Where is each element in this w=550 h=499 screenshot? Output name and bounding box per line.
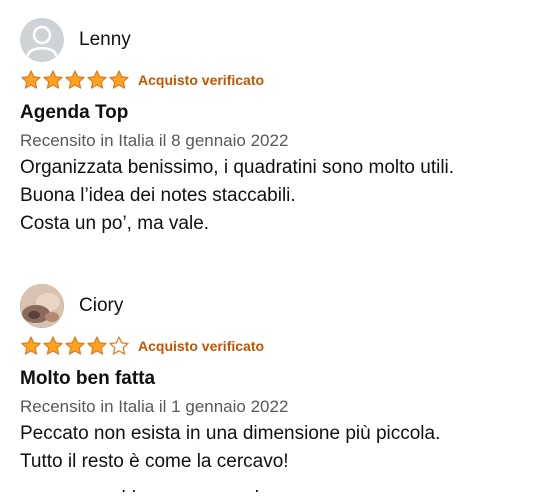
star-filled-icon	[109, 70, 129, 89]
review-body-line: Tutto il resto è come la cercavo!	[20, 451, 289, 472]
review-profile[interactable]: Ciory	[20, 284, 540, 328]
verified-purchase-badge: Acquisto verificato	[138, 338, 265, 354]
star-rating[interactable]	[20, 69, 130, 91]
review-title[interactable]: Agenda Top	[20, 101, 540, 125]
review-body-line: Organizzata benissimo, i quadratini sono…	[20, 157, 455, 178]
review-title[interactable]: Molto ben fatta	[20, 367, 540, 391]
star-empty-icon	[109, 336, 129, 355]
star-filled-icon	[65, 336, 85, 355]
user-photo-icon	[20, 284, 64, 328]
review-date: Recensito in Italia il 1 gennaio 2022	[20, 397, 289, 416]
rating-row: Acquisto verificato	[20, 334, 540, 358]
review-card: Ciory Acquisto verificato Molto ben fatt…	[20, 284, 540, 476]
rating-row: Acquisto verificato	[20, 68, 540, 92]
verified-purchase-badge: Acquisto verificato	[138, 72, 265, 88]
profile-photo	[20, 284, 64, 328]
star-rating[interactable]	[20, 335, 130, 357]
review-profile[interactable]: Lenny	[20, 18, 540, 62]
star-filled-icon	[87, 70, 107, 89]
star-filled-icon	[65, 70, 85, 89]
star-filled-icon	[21, 336, 41, 355]
avatar-icon	[20, 18, 64, 62]
author-name[interactable]: Lenny	[79, 29, 131, 51]
review-date: Recensito in Italia il 8 gennaio 2022	[20, 131, 289, 150]
author-name[interactable]: Ciory	[79, 295, 123, 317]
star-filled-icon	[43, 336, 63, 355]
cutoff-text-fragment: ll l	[20, 490, 260, 499]
star-filled-icon	[87, 336, 107, 355]
review-body-line: Costa un po’, ma vale.	[20, 213, 210, 234]
review-body-line: Buona l’idea dei notes staccabili.	[20, 185, 296, 206]
star-filled-icon	[21, 70, 41, 89]
star-filled-icon	[43, 70, 63, 89]
review-body: Peccato non esista in una dimensione più…	[20, 420, 540, 476]
review-body: Organizzata benissimo, i quadratini sono…	[20, 154, 540, 238]
review-body-line: Peccato non esista in una dimensione più…	[20, 423, 441, 444]
generic-user-icon	[20, 18, 64, 62]
review-card: Lenny Acquisto verificato Agenda Top Rec…	[20, 18, 540, 238]
